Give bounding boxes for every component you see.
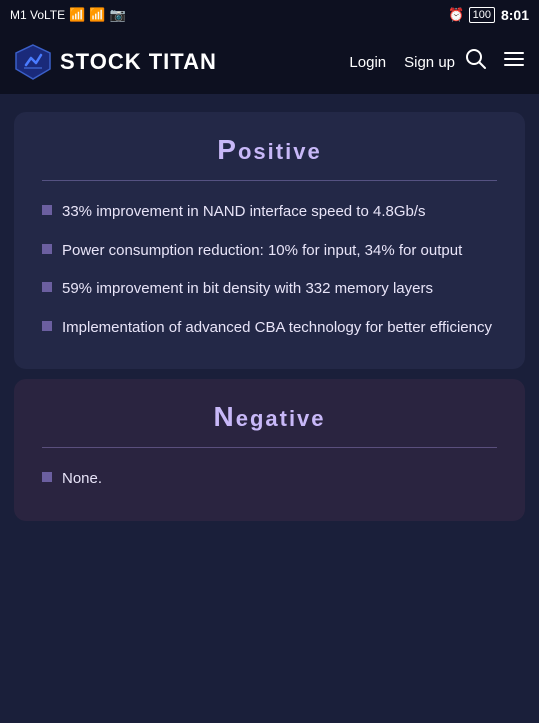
menu-icon bbox=[503, 48, 525, 70]
positive-card-title: Positive bbox=[42, 134, 497, 166]
bullet-text: 59% improvement in bit density with 332 … bbox=[62, 278, 433, 301]
status-right: ⏰ 100 8:01 bbox=[448, 7, 529, 23]
nav-icons bbox=[465, 48, 525, 76]
battery-icon: 100 bbox=[469, 7, 495, 23]
main-content: Positive 33% improvement in NAND interfa… bbox=[0, 94, 539, 723]
bullet-square bbox=[42, 321, 52, 331]
negative-card-title: Negative bbox=[42, 401, 497, 433]
bullet-text: 33% improvement in NAND interface speed … bbox=[62, 201, 426, 224]
bullet-text: Implementation of advanced CBA technolog… bbox=[62, 317, 492, 340]
positive-rest: ositive bbox=[238, 139, 322, 164]
bullet-text: None. bbox=[62, 468, 102, 491]
logo-area: STOCK TITAN bbox=[14, 43, 339, 81]
positive-card: Positive 33% improvement in NAND interfa… bbox=[14, 112, 525, 369]
nav-links: Login Sign up bbox=[349, 54, 455, 71]
negative-rest: egative bbox=[236, 406, 326, 431]
list-item: Power consumption reduction: 10% for inp… bbox=[42, 240, 497, 263]
list-item: 33% improvement in NAND interface speed … bbox=[42, 201, 497, 224]
list-item: None. bbox=[42, 468, 497, 491]
navbar: STOCK TITAN Login Sign up bbox=[0, 30, 539, 94]
logo-text: STOCK TITAN bbox=[60, 49, 217, 75]
login-link[interactable]: Login bbox=[349, 54, 386, 71]
positive-divider bbox=[42, 180, 497, 181]
instagram-icon: 📷 bbox=[110, 7, 126, 23]
status-left: M1 VoLTE 📶 📶 📷 bbox=[10, 7, 126, 23]
logo-icon bbox=[14, 43, 52, 81]
bullet-text: Power consumption reduction: 10% for inp… bbox=[62, 240, 462, 263]
menu-button[interactable] bbox=[503, 48, 525, 76]
negative-first-letter: N bbox=[213, 401, 235, 432]
bullet-square bbox=[42, 244, 52, 254]
negative-divider bbox=[42, 447, 497, 448]
positive-bullet-list: 33% improvement in NAND interface speed … bbox=[42, 201, 497, 339]
bullet-square bbox=[42, 472, 52, 482]
negative-bullet-list: None. bbox=[42, 468, 497, 491]
carrier-text: M1 VoLTE bbox=[10, 8, 65, 22]
signup-link[interactable]: Sign up bbox=[404, 54, 455, 71]
signal-icon: 📶 bbox=[69, 7, 85, 23]
search-button[interactable] bbox=[465, 48, 487, 76]
time-display: 8:01 bbox=[501, 7, 529, 23]
status-bar: M1 VoLTE 📶 📶 📷 ⏰ 100 8:01 bbox=[0, 0, 539, 30]
positive-first-letter: P bbox=[217, 134, 238, 165]
list-item: 59% improvement in bit density with 332 … bbox=[42, 278, 497, 301]
list-item: Implementation of advanced CBA technolog… bbox=[42, 317, 497, 340]
bullet-square bbox=[42, 282, 52, 292]
bullet-square bbox=[42, 205, 52, 215]
search-icon bbox=[465, 48, 487, 70]
wifi-icon: 📶 bbox=[89, 7, 105, 23]
alarm-icon: ⏰ bbox=[448, 7, 464, 23]
negative-card: Negative None. bbox=[14, 379, 525, 521]
